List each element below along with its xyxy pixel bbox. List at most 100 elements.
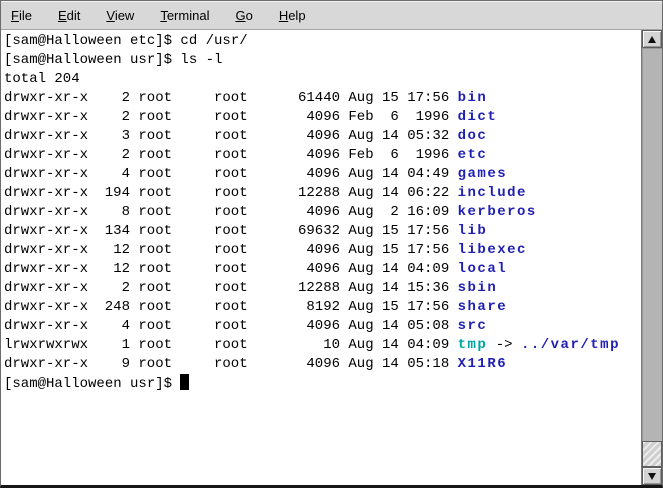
terminal-screen[interactable]: [sam@Halloween etc]$ cd /usr/[sam@Hallow… <box>1 30 641 485</box>
file-date: Aug 14 05:18 <box>348 355 449 374</box>
file-size: 69632 <box>290 222 340 241</box>
file-group: root <box>214 108 290 127</box>
menu-item-mnemonic: E <box>58 8 67 23</box>
file-owner: root <box>138 317 214 336</box>
file-size: 4096 <box>290 317 340 336</box>
file-date: Aug 2 16:09 <box>348 203 449 222</box>
file-link-count: 194 <box>88 184 130 203</box>
menu-item-label: iew <box>115 8 135 23</box>
file-name: dict <box>458 108 498 127</box>
file-size: 4096 <box>290 355 340 374</box>
file-owner: root <box>138 222 214 241</box>
terminal-window: File Edit View Terminal Go Help [sam@Hallowee… <box>0 0 663 488</box>
symlink-target: ../var/tmp <box>521 336 620 355</box>
file-date: Aug 14 15:36 <box>348 279 449 298</box>
file-permissions: drwxr-xr-x <box>4 260 88 279</box>
file-size: 4096 <box>290 241 340 260</box>
file-size: 12288 <box>290 279 340 298</box>
file-row: drwxr-xr-x2rootroot61440Aug 15 17:56bin <box>4 89 641 108</box>
file-link-count: 12 <box>88 260 130 279</box>
file-name: src <box>458 317 488 336</box>
file-owner: root <box>138 241 214 260</box>
file-permissions: drwxr-xr-x <box>4 146 88 165</box>
file-name: lib <box>458 222 488 241</box>
menu-item-mnemonic: G <box>235 8 245 23</box>
file-link-count: 2 <box>88 279 130 298</box>
file-name: X11R6 <box>458 355 508 374</box>
file-permissions: drwxr-xr-x <box>4 184 88 203</box>
file-group: root <box>214 184 290 203</box>
file-owner: root <box>138 108 214 127</box>
symlink-arrow: -> <box>487 336 521 355</box>
file-group: root <box>214 146 290 165</box>
file-size: 10 <box>290 336 340 355</box>
file-permissions: drwxr-xr-x <box>4 89 88 108</box>
file-row: drwxr-xr-x134rootroot69632Aug 15 17:56li… <box>4 222 641 241</box>
terminal-line: total 204 <box>4 70 641 89</box>
file-link-count: 3 <box>88 127 130 146</box>
file-row: drwxr-xr-x2rootroot4096Feb 6 1996etc <box>4 146 641 165</box>
file-group: root <box>214 203 290 222</box>
file-name: doc <box>458 127 488 146</box>
file-group: root <box>214 279 290 298</box>
file-link-count: 248 <box>88 298 130 317</box>
file-link-count: 8 <box>88 203 130 222</box>
menu-item-view[interactable]: View <box>104 6 136 25</box>
scrollbar[interactable] <box>641 30 662 485</box>
menu-item-label: dit <box>67 8 81 23</box>
file-owner: root <box>138 298 214 317</box>
file-owner: root <box>138 165 214 184</box>
file-name: sbin <box>458 279 498 298</box>
file-owner: root <box>138 260 214 279</box>
file-date: Aug 14 04:49 <box>348 165 449 184</box>
menu-item-terminal[interactable]: Terminal <box>158 6 211 25</box>
file-date: Aug 14 05:08 <box>348 317 449 336</box>
file-permissions: drwxr-xr-x <box>4 279 88 298</box>
file-permissions: drwxr-xr-x <box>4 298 88 317</box>
menu-item-file[interactable]: File <box>9 6 34 25</box>
file-size: 12288 <box>290 184 340 203</box>
file-owner: root <box>138 279 214 298</box>
file-name: local <box>458 260 508 279</box>
up-arrow-icon <box>648 36 656 43</box>
file-name: share <box>458 298 508 317</box>
file-group: root <box>214 298 290 317</box>
file-permissions: drwxr-xr-x <box>4 203 88 222</box>
menu-item-mnemonic: V <box>106 8 114 23</box>
file-name: libexec <box>458 241 527 260</box>
file-row: drwxr-xr-x2rootroot4096Feb 6 1996dict <box>4 108 641 127</box>
file-permissions: lrwxrwxrwx <box>4 336 88 355</box>
menu-bar: File Edit View Terminal Go Help <box>1 1 662 30</box>
menu-item-go[interactable]: Go <box>233 6 254 25</box>
file-link-count: 2 <box>88 108 130 127</box>
file-date: Aug 14 04:09 <box>348 336 449 355</box>
file-link-count: 4 <box>88 317 130 336</box>
menu-item-edit[interactable]: Edit <box>56 6 82 25</box>
file-name: kerberos <box>458 203 537 222</box>
file-row: drwxr-xr-x194rootroot12288Aug 14 06:22in… <box>4 184 641 203</box>
file-link-count: 4 <box>88 165 130 184</box>
file-permissions: drwxr-xr-x <box>4 355 88 374</box>
prompt-line: [sam@Halloween usr]$ <box>4 374 641 393</box>
file-group: root <box>214 89 290 108</box>
file-date: Aug 15 17:56 <box>348 222 449 241</box>
file-row: drwxr-xr-x8rootroot4096Aug 2 16:09kerber… <box>4 203 641 222</box>
scroll-down-button[interactable] <box>642 467 662 485</box>
scrollbar-thumb[interactable] <box>642 441 662 467</box>
file-date: Aug 15 17:56 <box>348 298 449 317</box>
menu-item-label: o <box>246 8 253 23</box>
menu-item-help[interactable]: Help <box>277 6 308 25</box>
scrollbar-track[interactable] <box>642 48 662 467</box>
file-row: drwxr-xr-x4rootroot4096Aug 14 05:08src <box>4 317 641 336</box>
file-group: root <box>214 222 290 241</box>
terminal-cursor <box>180 374 189 390</box>
file-row: drwxr-xr-x12rootroot4096Aug 15 17:56libe… <box>4 241 641 260</box>
menu-item-mnemonic: H <box>279 8 288 23</box>
file-owner: root <box>138 184 214 203</box>
file-permissions: drwxr-xr-x <box>4 317 88 336</box>
file-date: Feb 6 1996 <box>348 108 449 127</box>
file-name: tmp <box>458 336 488 355</box>
scroll-up-button[interactable] <box>642 30 662 48</box>
file-owner: root <box>138 89 214 108</box>
shell-prompt: [sam@Halloween usr]$ <box>4 376 180 392</box>
